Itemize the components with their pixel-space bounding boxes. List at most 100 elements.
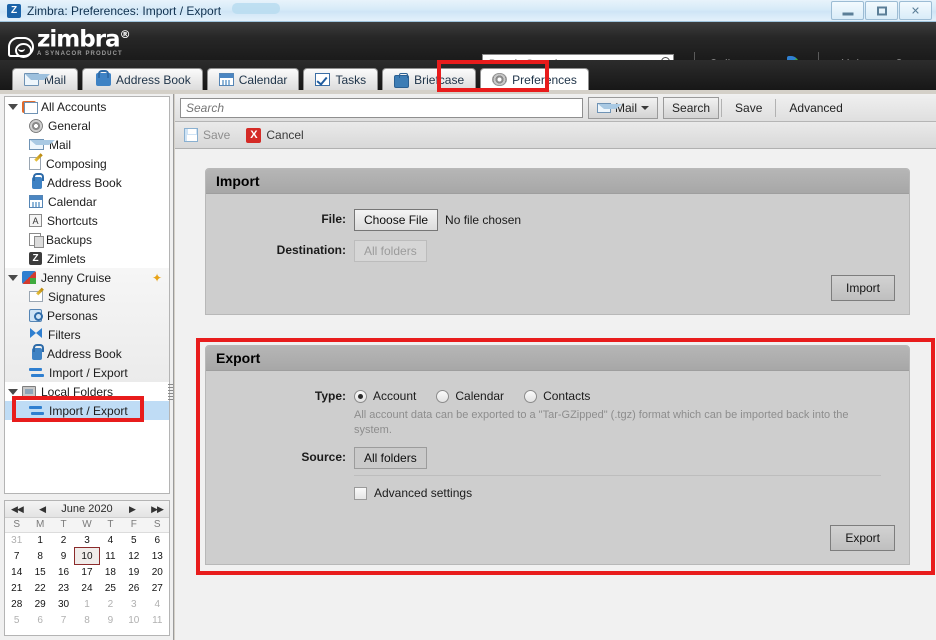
- calendar-day[interactable]: 28: [5, 596, 28, 612]
- save-button[interactable]: Save: [184, 128, 230, 142]
- calendar-day[interactable]: 20: [146, 564, 169, 580]
- calendar-day[interactable]: 6: [146, 532, 169, 548]
- sidebar-item-calendar[interactable]: Calendar: [5, 192, 169, 211]
- calendar-day-today[interactable]: 10: [75, 548, 98, 564]
- star-icon[interactable]: ✦: [152, 271, 162, 285]
- sidebar-item-personas[interactable]: Personas: [5, 306, 169, 325]
- advanced-search-link[interactable]: Advanced: [778, 97, 853, 119]
- tab-mail[interactable]: Mail: [12, 68, 78, 90]
- calendar-day[interactable]: 11: [99, 548, 122, 564]
- calendar-prev-button[interactable]: ◀: [39, 504, 45, 515]
- calendar-day[interactable]: 14: [5, 564, 28, 580]
- calendar-day[interactable]: 4: [146, 596, 169, 612]
- tab-tasks[interactable]: Tasks: [303, 68, 378, 90]
- tab-label: Briefcase: [414, 73, 464, 87]
- calendar-day[interactable]: 2: [52, 532, 75, 548]
- calendar-day[interactable]: 22: [28, 580, 51, 596]
- save-search-link[interactable]: Save: [724, 97, 773, 119]
- sidebar-item-address-book[interactable]: Address Book: [5, 173, 169, 192]
- calendar-day[interactable]: 21: [5, 580, 28, 596]
- calendar-day[interactable]: 8: [28, 548, 51, 564]
- calendar-next-button[interactable]: ▶: [129, 504, 135, 515]
- sidebar-item-import-export-personal[interactable]: Import / Export: [5, 363, 169, 382]
- calendar-day[interactable]: 27: [146, 580, 169, 596]
- tab-calendar[interactable]: Calendar: [207, 68, 300, 90]
- minimize-button[interactable]: [831, 1, 864, 20]
- calendar-day[interactable]: 31: [5, 532, 28, 548]
- choose-file-button[interactable]: Choose File: [354, 209, 438, 231]
- calendar-day[interactable]: 16: [52, 564, 75, 580]
- sidebar-splitter-handle[interactable]: [168, 384, 173, 400]
- expand-collapse-icon[interactable]: [8, 389, 18, 395]
- calendar-day[interactable]: 12: [122, 548, 145, 564]
- sidebar-item-mail[interactable]: Mail: [5, 135, 169, 154]
- tree-header-label: Jenny Cruise: [41, 271, 111, 285]
- search-scope-dropdown[interactable]: Mail: [588, 97, 658, 119]
- sidebar-item-general[interactable]: General: [5, 116, 169, 135]
- calendar-day[interactable]: 13: [146, 548, 169, 564]
- radio-account[interactable]: [354, 390, 367, 403]
- calendar-first-button[interactable]: ◀◀: [11, 504, 23, 515]
- tab-preferences[interactable]: Preferences: [480, 68, 589, 90]
- preferences-tree: All Accounts General Mail Composing Addr…: [4, 96, 170, 494]
- calendar-day[interactable]: 4: [99, 532, 122, 548]
- calendar-day[interactable]: 25: [99, 580, 122, 596]
- calendar-day[interactable]: 7: [52, 612, 75, 628]
- sidebar-item-label: Personas: [47, 309, 98, 323]
- calendar-day[interactable]: 15: [28, 564, 51, 580]
- search-input[interactable]: [180, 98, 583, 118]
- calendar-day[interactable]: 5: [122, 532, 145, 548]
- calendar-day[interactable]: 29: [28, 596, 51, 612]
- expand-collapse-icon[interactable]: [8, 275, 18, 281]
- tab-address-book[interactable]: Address Book: [82, 68, 203, 90]
- radio-contacts[interactable]: [524, 390, 537, 403]
- sidebar-item-zimlets[interactable]: Z Zimlets: [5, 249, 169, 268]
- calendar-last-button[interactable]: ▶▶: [151, 504, 163, 515]
- radio-calendar[interactable]: [436, 390, 449, 403]
- calendar-day[interactable]: 1: [28, 532, 51, 548]
- calendar-day[interactable]: 17: [75, 564, 98, 580]
- search-button[interactable]: Search: [663, 97, 719, 119]
- sidebar-item-filters[interactable]: Filters: [5, 325, 169, 344]
- calendar-day[interactable]: 5: [5, 612, 28, 628]
- export-button[interactable]: Export: [830, 525, 895, 551]
- source-folder-button[interactable]: All folders: [354, 447, 427, 469]
- sidebar-item-import-export-local[interactable]: Import / Export: [5, 401, 169, 420]
- cancel-button[interactable]: X Cancel: [246, 128, 303, 143]
- close-button[interactable]: ✕: [899, 1, 932, 20]
- sidebar-item-address-book-personal[interactable]: Address Book: [5, 344, 169, 363]
- tree-header-jenny-cruise[interactable]: Jenny Cruise ✦: [5, 268, 169, 287]
- tab-briefcase[interactable]: Briefcase: [382, 68, 476, 90]
- destination-folder-button[interactable]: All folders: [354, 240, 427, 262]
- advanced-settings-row[interactable]: Advanced settings: [354, 486, 881, 500]
- calendar-day[interactable]: 24: [75, 580, 98, 596]
- maximize-button[interactable]: [865, 1, 898, 20]
- calendar-day[interactable]: 3: [75, 532, 98, 548]
- calendar-day[interactable]: 8: [75, 612, 98, 628]
- calendar-day[interactable]: 6: [28, 612, 51, 628]
- calendar-day[interactable]: 7: [5, 548, 28, 564]
- tree-header-local-folders[interactable]: Local Folders: [5, 382, 169, 401]
- sidebar-item-shortcuts[interactable]: A Shortcuts: [5, 211, 169, 230]
- calendar-day[interactable]: 3: [122, 596, 145, 612]
- sidebar-item-signatures[interactable]: Signatures: [5, 287, 169, 306]
- calendar-day[interactable]: 1: [75, 596, 98, 612]
- expand-collapse-icon[interactable]: [8, 104, 18, 110]
- sidebar-item-backups[interactable]: Backups: [5, 230, 169, 249]
- calendar-day[interactable]: 23: [52, 580, 75, 596]
- calendar-day[interactable]: 30: [52, 596, 75, 612]
- calendar-day[interactable]: 9: [52, 548, 75, 564]
- sidebar-item-composing[interactable]: Composing: [5, 154, 169, 173]
- title-bar-highlight: [232, 3, 280, 14]
- calendar-day[interactable]: 2: [99, 596, 122, 612]
- import-button[interactable]: Import: [831, 275, 895, 301]
- briefcase-icon: [394, 75, 409, 88]
- calendar-day[interactable]: 9: [99, 612, 122, 628]
- calendar-day[interactable]: 11: [146, 612, 169, 628]
- tree-header-all-accounts[interactable]: All Accounts: [5, 97, 169, 116]
- calendar-day[interactable]: 18: [99, 564, 122, 580]
- calendar-day[interactable]: 19: [122, 564, 145, 580]
- advanced-settings-checkbox[interactable]: [354, 487, 367, 500]
- calendar-day[interactable]: 26: [122, 580, 145, 596]
- calendar-day[interactable]: 10: [122, 612, 145, 628]
